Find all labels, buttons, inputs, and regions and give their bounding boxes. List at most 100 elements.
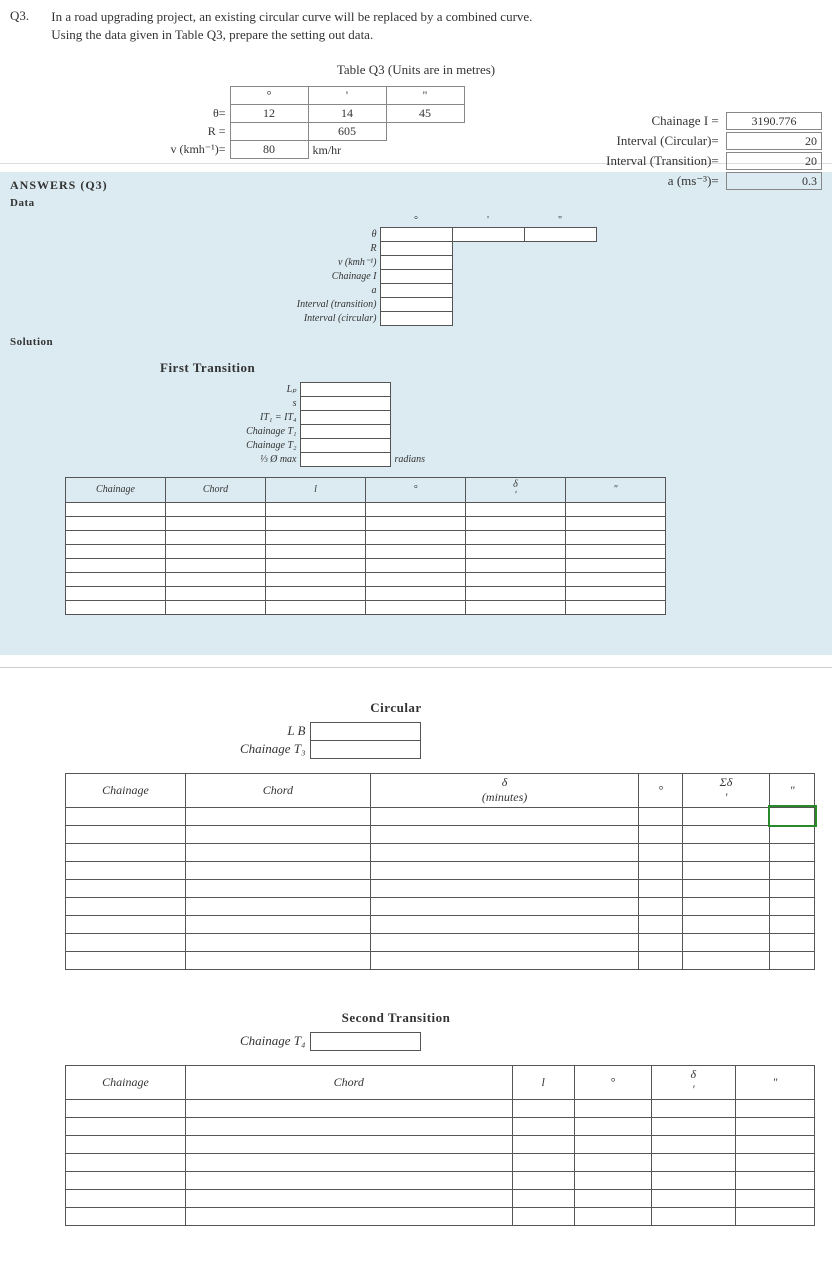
table-cell[interactable] — [66, 558, 166, 572]
table-cell[interactable] — [166, 502, 266, 516]
table-cell[interactable] — [370, 915, 639, 933]
data-r[interactable] — [380, 241, 452, 255]
table-cell[interactable] — [266, 530, 366, 544]
table-cell[interactable] — [66, 807, 186, 825]
data-theta-deg[interactable] — [380, 227, 452, 241]
table-cell[interactable] — [512, 1189, 574, 1207]
table-cell[interactable] — [66, 879, 186, 897]
table-cell[interactable] — [66, 825, 186, 843]
table-cell[interactable] — [370, 897, 639, 915]
table-cell[interactable] — [186, 915, 371, 933]
phi-value[interactable] — [300, 452, 390, 466]
table-cell[interactable] — [770, 843, 815, 861]
r-deg-cell[interactable] — [230, 123, 308, 141]
table-cell[interactable] — [651, 1135, 735, 1153]
table-cell[interactable] — [574, 1153, 651, 1171]
table-cell[interactable] — [466, 530, 566, 544]
table-cell[interactable] — [651, 1189, 735, 1207]
table-cell[interactable] — [682, 807, 769, 825]
table-cell[interactable] — [370, 807, 639, 825]
table-cell[interactable] — [466, 600, 566, 614]
table-cell[interactable] — [566, 572, 666, 586]
table-cell[interactable] — [651, 1099, 735, 1117]
table-cell[interactable] — [186, 1189, 513, 1207]
table-cell[interactable] — [166, 530, 266, 544]
theta-sec-input[interactable]: 45 — [386, 105, 464, 123]
table-cell[interactable] — [651, 1153, 735, 1171]
table-cell[interactable] — [512, 1135, 574, 1153]
table-cell[interactable] — [566, 516, 666, 530]
table-cell[interactable] — [682, 897, 769, 915]
table-cell[interactable] — [266, 544, 366, 558]
table-cell[interactable] — [566, 544, 666, 558]
selected-cell[interactable] — [770, 807, 815, 825]
table-cell[interactable] — [66, 572, 166, 586]
ct2-value[interactable] — [300, 438, 390, 452]
table-cell[interactable] — [370, 861, 639, 879]
table-cell[interactable] — [66, 544, 166, 558]
table-cell[interactable] — [682, 861, 769, 879]
table-cell[interactable] — [370, 825, 639, 843]
table-cell[interactable] — [639, 807, 682, 825]
table-cell[interactable] — [266, 572, 366, 586]
table-cell[interactable] — [66, 1207, 186, 1225]
table-cell[interactable] — [166, 544, 266, 558]
table-cell[interactable] — [66, 843, 186, 861]
table-cell[interactable] — [166, 516, 266, 530]
table-cell[interactable] — [574, 1099, 651, 1117]
table-cell[interactable] — [770, 933, 815, 951]
table-cell[interactable] — [366, 502, 466, 516]
data-a[interactable] — [380, 283, 452, 297]
table-cell[interactable] — [186, 1117, 513, 1135]
table-cell[interactable] — [186, 861, 371, 879]
table-cell[interactable] — [466, 544, 566, 558]
table-cell[interactable] — [770, 879, 815, 897]
table-cell[interactable] — [735, 1117, 814, 1135]
table-cell[interactable] — [370, 843, 639, 861]
theta-min-input[interactable]: 14 — [308, 105, 386, 123]
table-cell[interactable] — [366, 544, 466, 558]
table-cell[interactable] — [466, 502, 566, 516]
table-cell[interactable] — [735, 1171, 814, 1189]
table-cell[interactable] — [366, 530, 466, 544]
s-value[interactable] — [300, 396, 390, 410]
table-cell[interactable] — [735, 1153, 814, 1171]
interval-trans-input[interactable]: 20 — [726, 152, 822, 170]
table-cell[interactable] — [566, 558, 666, 572]
table-cell[interactable] — [735, 1135, 814, 1153]
table-cell[interactable] — [66, 915, 186, 933]
table-cell[interactable] — [266, 516, 366, 530]
table-cell[interactable] — [466, 572, 566, 586]
table-cell[interactable] — [639, 897, 682, 915]
table-cell[interactable] — [512, 1099, 574, 1117]
table-cell[interactable] — [574, 1135, 651, 1153]
table-cell[interactable] — [366, 558, 466, 572]
table-cell[interactable] — [186, 825, 371, 843]
ct4-value[interactable] — [310, 1032, 420, 1050]
table-cell[interactable] — [682, 915, 769, 933]
table-cell[interactable] — [66, 1171, 186, 1189]
table-cell[interactable] — [566, 586, 666, 600]
table-cell[interactable] — [639, 825, 682, 843]
table-cell[interactable] — [186, 879, 371, 897]
table-cell[interactable] — [366, 516, 466, 530]
table-cell[interactable] — [682, 933, 769, 951]
table-cell[interactable] — [574, 1207, 651, 1225]
chainage-i-input[interactable]: 3190.776 — [726, 112, 822, 130]
lb-value[interactable] — [310, 722, 420, 740]
table-cell[interactable] — [66, 1099, 186, 1117]
table-cell[interactable] — [66, 1153, 186, 1171]
table-cell[interactable] — [466, 516, 566, 530]
it-value[interactable] — [300, 410, 390, 424]
table-cell[interactable] — [566, 530, 666, 544]
table-cell[interactable] — [512, 1153, 574, 1171]
table-cell[interactable] — [186, 807, 371, 825]
table-cell[interactable] — [186, 897, 371, 915]
table-cell[interactable] — [266, 600, 366, 614]
table-cell[interactable] — [66, 1117, 186, 1135]
table-cell[interactable] — [366, 586, 466, 600]
table-cell[interactable] — [266, 586, 366, 600]
table-cell[interactable] — [735, 1207, 814, 1225]
ct1-value[interactable] — [300, 424, 390, 438]
table-cell[interactable] — [186, 1135, 513, 1153]
